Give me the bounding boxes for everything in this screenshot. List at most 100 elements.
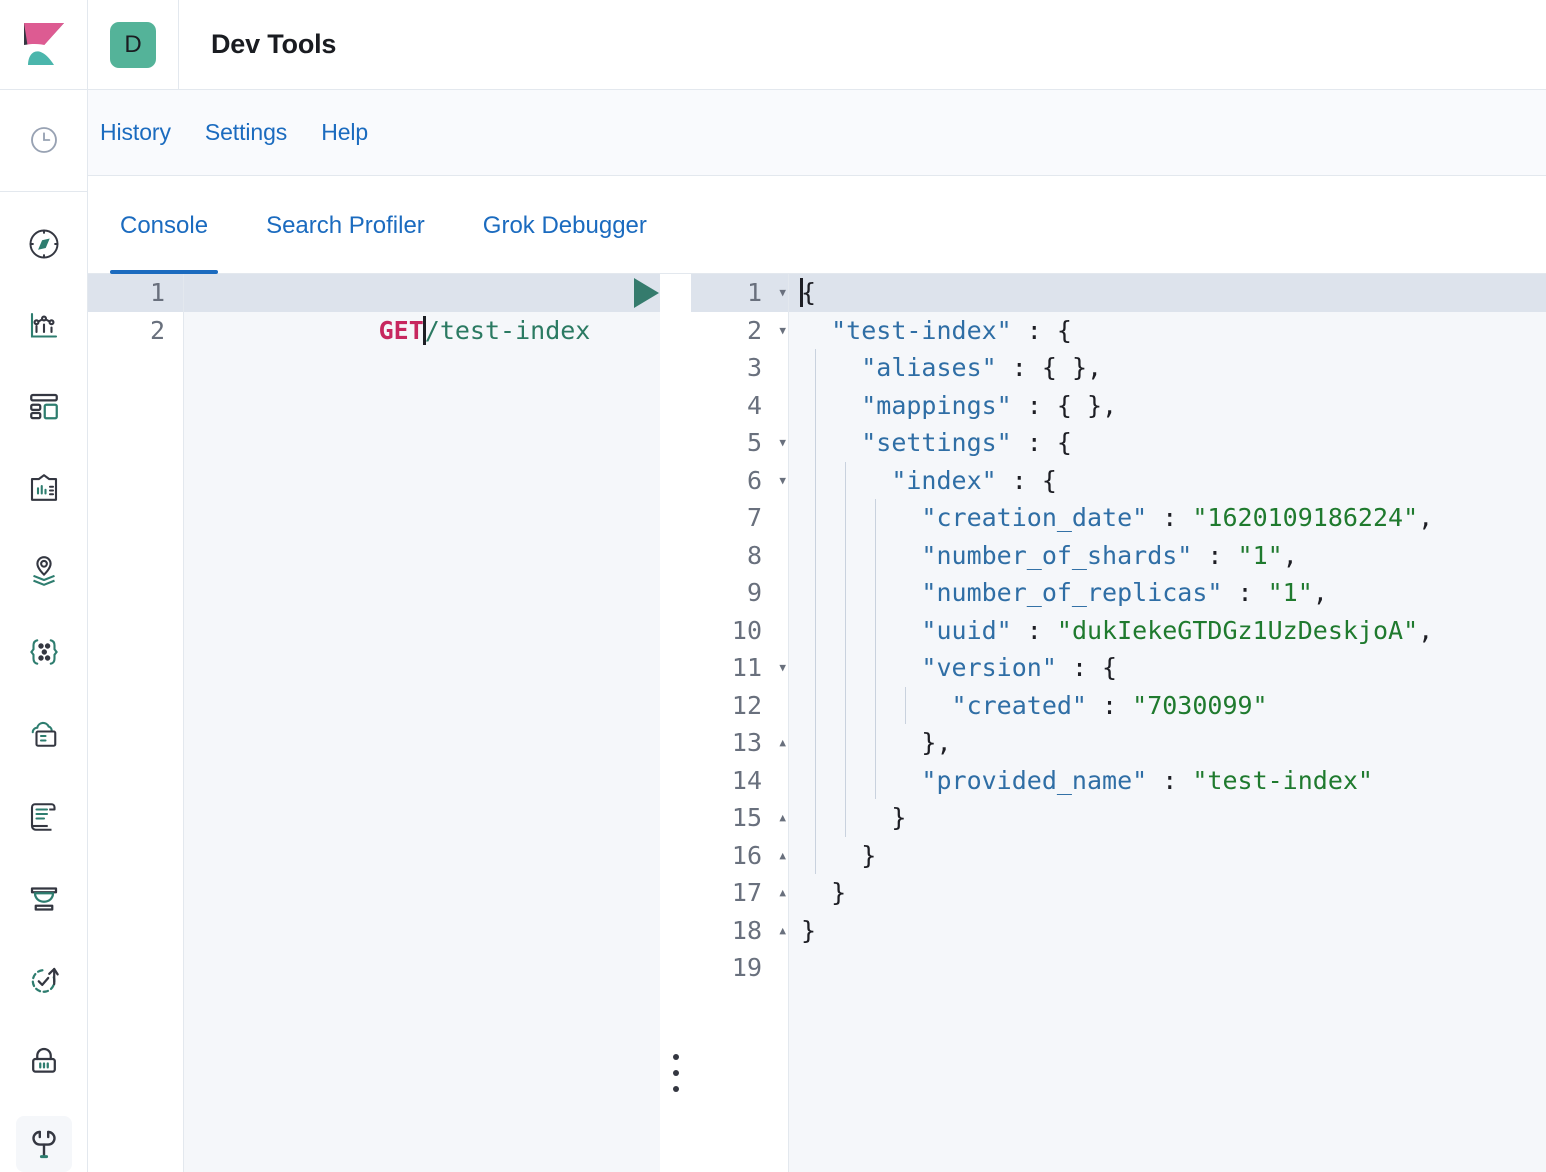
response-line: "settings" : {	[789, 424, 1546, 462]
request-code-area[interactable]: GET/test-index	[184, 274, 660, 1172]
response-line: "mappings" : { },	[789, 387, 1546, 425]
response-token-key: "provided_name"	[921, 765, 1148, 795]
sidebar-item-dev-tools[interactable]	[15, 1116, 72, 1172]
sidebar-item-visualize[interactable]	[16, 298, 72, 354]
sidebar-item-security[interactable]	[16, 1034, 72, 1090]
drag-dots-vertical-icon[interactable]	[672, 1054, 679, 1092]
menu-item-history[interactable]: History	[100, 119, 171, 146]
request-editor-pane[interactable]: 1 2 GET/test-index	[88, 274, 660, 1172]
response-token-key: "number_of_shards"	[921, 540, 1193, 570]
menu-item-settings[interactable]: Settings	[205, 119, 287, 146]
sidebar-item-apm[interactable]	[16, 871, 72, 927]
app-badge: D	[110, 21, 156, 68]
response-token-punc: {	[801, 278, 817, 307]
response-line: }	[789, 799, 1546, 837]
logs-scroll-icon	[30, 803, 56, 832]
dashboard-icon	[29, 394, 58, 420]
response-line-number: 8	[746, 540, 762, 570]
response-token-key: "test-index"	[831, 315, 1012, 345]
canvas-icon	[30, 474, 57, 501]
response-line: "uuid" : "dukIekeGTDGz1UzDeskjoA",	[789, 612, 1546, 650]
fold-up-icon[interactable]: ▲	[772, 724, 786, 762]
sidebar-item-recently-viewed[interactable]	[16, 112, 72, 168]
indent-guide	[815, 349, 816, 874]
response-line-number: 11 ▼	[691, 649, 788, 687]
discover-compass-icon	[29, 229, 58, 259]
response-token-str: "dukIekeGTDGz1UzDeskjoA"	[1056, 615, 1419, 645]
fold-down-icon[interactable]: ▼	[772, 424, 786, 462]
response-token-punc: }	[801, 915, 817, 945]
response-token-punc: :	[1011, 615, 1057, 645]
response-line-number: 15 ▲	[691, 799, 788, 837]
response-line-number: 4	[746, 390, 762, 420]
response-token-key: "creation_date"	[921, 503, 1148, 532]
response-token-punc: : {	[1011, 315, 1072, 345]
tab-console[interactable]: Console	[110, 178, 219, 274]
response-line-number: 18 ▲	[691, 912, 788, 950]
sidebar-item-enterprise-search[interactable]	[16, 708, 72, 764]
fold-down-icon[interactable]: ▼	[772, 649, 786, 687]
response-line-number: 16 ▲	[691, 837, 788, 875]
response-token-str: "7030099"	[1132, 690, 1268, 720]
response-line-number: 7	[746, 503, 762, 532]
sidebar-item-dashboard[interactable]	[16, 379, 72, 435]
response-caret	[800, 278, 803, 307]
indent-guide	[875, 499, 877, 799]
response-line: {	[789, 274, 1546, 312]
response-line: "test-index" : {	[789, 312, 1546, 350]
response-token-punc: ,	[1312, 578, 1328, 607]
request-actions	[634, 274, 660, 312]
request-line	[184, 312, 660, 350]
response-line-number: 2 ▼	[691, 312, 788, 350]
response-token-key: "settings"	[861, 428, 1012, 457]
response-line-number: 9	[746, 578, 762, 607]
response-token-punc: : { },	[996, 353, 1103, 382]
response-line: "created" : "7030099"	[789, 687, 1546, 725]
fold-down-icon[interactable]: ▼	[772, 274, 786, 312]
response-line-number: 12	[731, 690, 762, 720]
fold-up-icon[interactable]: ▲	[772, 799, 786, 837]
dev-tools-tabs: Console Search Profiler Grok Debugger	[88, 176, 1546, 274]
sidebar-divider	[0, 191, 88, 193]
kibana-home-button[interactable]	[0, 0, 88, 90]
sidebar-item-uptime[interactable]	[16, 953, 72, 1009]
fold-up-icon[interactable]: ▲	[772, 912, 786, 950]
response-token-punc: : {	[1056, 653, 1118, 682]
fold-down-icon[interactable]: ▼	[772, 462, 786, 500]
sidebar-item-canvas[interactable]	[16, 461, 72, 517]
dev-tools-wrench-icon	[31, 1130, 56, 1159]
response-token-punc: :	[1147, 503, 1193, 532]
response-token-punc: : {	[996, 465, 1057, 495]
response-token-punc: :	[1086, 690, 1133, 720]
sidebar-item-discover[interactable]	[16, 216, 72, 272]
response-line-number: 13 ▲	[691, 724, 788, 762]
response-line: "provided_name" : "test-index"	[789, 762, 1546, 800]
response-line: }	[789, 912, 1546, 950]
menu-item-help[interactable]: Help	[321, 119, 368, 146]
sidebar-item-machine-learning[interactable]	[16, 624, 72, 680]
primary-sidebar	[0, 90, 88, 1172]
fold-up-icon[interactable]: ▲	[772, 837, 786, 875]
response-token-key: "index"	[891, 465, 997, 495]
app-badge-cell: D	[88, 0, 179, 90]
sidebar-item-maps[interactable]	[16, 543, 72, 599]
response-token-key: "uuid"	[921, 615, 1012, 645]
fold-up-icon[interactable]: ▲	[772, 874, 786, 912]
indent-guide	[905, 686, 907, 724]
response-line: "aliases" : { },	[789, 349, 1546, 387]
response-output-pane[interactable]: 1 ▼ 2 ▼ 3 4 5 ▼ 6 ▼ 7 8 9 10 11 ▼ 12 13 ▲ 14 15 ▲ 16 ▲ 17 ▲ 18 ▲ 19 …	[691, 274, 1546, 1172]
console-split-view: 1 2 GET/test-index 1 ▼ 2 ▼ 3 4 5 ▼ 6 ▼ 7…	[88, 274, 1546, 1172]
response-line-number: 14	[731, 765, 762, 795]
response-token-punc: : {	[1011, 428, 1072, 457]
sidebar-item-logs[interactable]	[16, 789, 72, 845]
tab-grok-debugger[interactable]: Grok Debugger	[473, 178, 657, 274]
response-token-punc: ,	[1418, 615, 1434, 645]
fold-down-icon[interactable]: ▼	[772, 312, 786, 350]
play-triangle-icon[interactable]	[634, 277, 659, 308]
response-line-number: 3	[746, 353, 762, 382]
response-token-punc: :	[1147, 765, 1193, 795]
request-line: GET/test-index	[184, 274, 660, 345]
pane-resizer[interactable]	[660, 274, 691, 1172]
tab-search-profiler[interactable]: Search Profiler	[256, 178, 435, 274]
response-token-punc: :	[1192, 540, 1238, 570]
